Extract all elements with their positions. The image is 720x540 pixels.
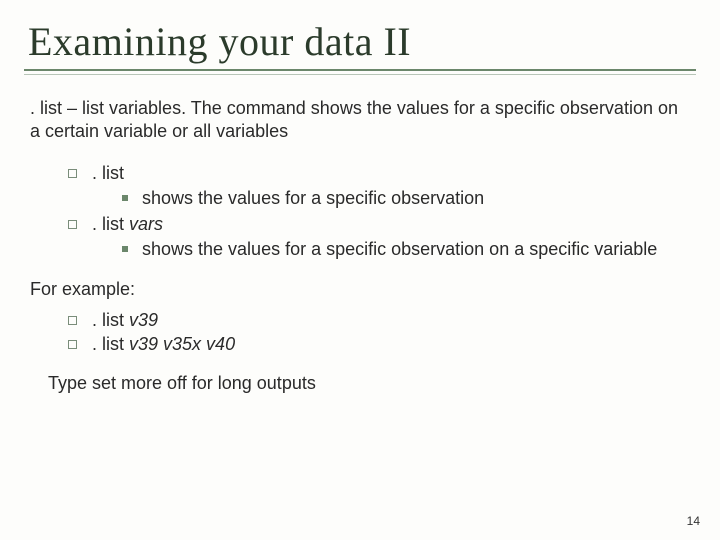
item-head: . list	[92, 214, 129, 234]
example-vars: v39 v35x v40	[129, 334, 235, 354]
intro-separator: –	[62, 98, 82, 118]
syntax-list: . list shows the values for a specific o…	[66, 162, 692, 260]
list-item: . list vars shows the values for a speci…	[66, 213, 692, 260]
tip-command: set more off	[92, 373, 187, 393]
tip-pre: Type	[48, 373, 92, 393]
list-item: . list v39 v35x v40	[66, 333, 692, 356]
slide: Examining your data II . list – list var…	[0, 0, 720, 540]
for-example-label: For example:	[30, 278, 692, 301]
example-vars: v39	[129, 310, 158, 330]
example-head: . list	[92, 310, 129, 330]
list-item: . list shows the values for a specific o…	[66, 162, 692, 209]
intro-command: . list	[30, 98, 62, 118]
example-head: . list	[92, 334, 129, 354]
sub-item: shows the values for a specific observat…	[118, 187, 692, 210]
item-head: . list	[92, 163, 124, 183]
slide-title: Examining your data II	[28, 18, 692, 65]
tip-post: for long outputs	[187, 373, 316, 393]
tip-line: Type set more off for long outputs	[48, 372, 692, 395]
sub-list: shows the values for a specific observat…	[118, 238, 692, 261]
intro-rest: list variables. The command shows the va…	[30, 98, 678, 141]
slide-body: . list – list variables. The command sho…	[30, 75, 692, 394]
example-list: . list v39 . list v39 v35x v40	[66, 309, 692, 356]
item-vars: vars	[129, 214, 163, 234]
intro-paragraph: . list – list variables. The command sho…	[30, 97, 680, 142]
list-item: . list v39	[66, 309, 692, 332]
page-number: 14	[687, 514, 700, 528]
sub-list: shows the values for a specific observat…	[118, 187, 692, 210]
sub-item: shows the values for a specific observat…	[118, 238, 692, 261]
